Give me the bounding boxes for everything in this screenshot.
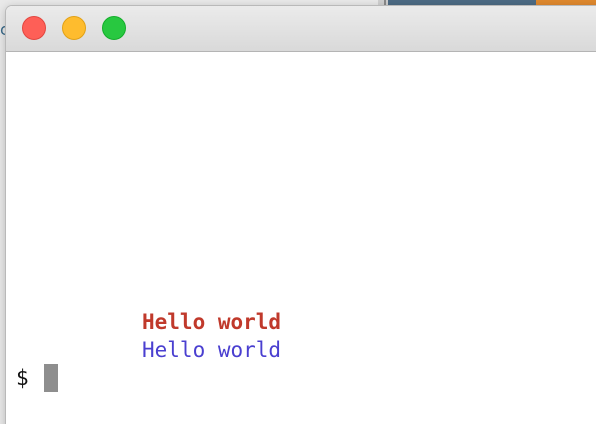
terminal-content[interactable]: Hello world Hello world $ <box>6 52 596 424</box>
prompt-row[interactable]: $ <box>16 364 58 392</box>
zoom-button[interactable] <box>102 16 126 40</box>
desktop: c Hello world Hello world $ <box>0 0 596 424</box>
text-cursor <box>44 364 58 392</box>
shell-prompt: $ <box>16 366 29 390</box>
title-bar[interactable] <box>6 6 596 52</box>
output-line-bold-red: Hello world <box>142 310 282 334</box>
output-line-blue: Hello world <box>142 338 282 362</box>
minimize-button[interactable] <box>62 16 86 40</box>
close-button[interactable] <box>22 16 46 40</box>
terminal-window[interactable]: Hello world Hello world $ <box>6 6 596 424</box>
